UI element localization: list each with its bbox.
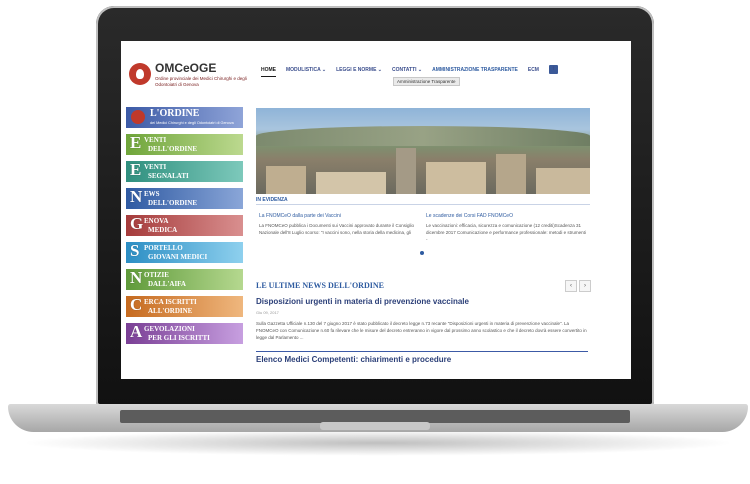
sidebar-label-2: GIOVANI MEDICI xyxy=(148,253,208,261)
news-title[interactable]: Disposizioni urgenti in materia di preve… xyxy=(256,297,469,306)
nav-ecm[interactable]: ECM xyxy=(528,67,539,77)
hero-building xyxy=(266,166,306,194)
nav-home[interactable]: HOME xyxy=(261,67,276,77)
hero-hills xyxy=(256,126,590,146)
sidebar-label: PORTELLO xyxy=(144,244,183,252)
hero-building xyxy=(316,172,386,194)
sidebar-initial: A xyxy=(130,323,143,341)
sidebar-label: OTIZIE xyxy=(144,271,169,279)
laptop-screen: OMCeOGE Ordine provinciale dei Medici Ch… xyxy=(121,41,631,379)
sidebar-label: ENOVA xyxy=(144,217,169,225)
sidebar-item-agevolazioni[interactable]: A GEVOLAZIONI PER GLI ISCRITTI xyxy=(126,323,243,344)
brand-subtitle: Ordine provinciale dei Medici Chirurghi … xyxy=(155,76,247,87)
ordine-icon xyxy=(131,110,145,124)
sidebar-label-2: SEGNALATI xyxy=(148,172,189,180)
sidebar-item-eventi-segnalati[interactable]: E VENTI SEGNALATI xyxy=(126,161,243,182)
sidebar-item-genova-medica[interactable]: G ENOVA MEDICA xyxy=(126,215,243,236)
sidebar-label-2: MEDICA xyxy=(148,226,178,234)
divider xyxy=(256,351,588,352)
sidebar-initial: E xyxy=(130,161,142,179)
sidebar-label: VENTI xyxy=(144,163,167,171)
sidebar-sublabel: dei Medici Chirurghi e degli Odontoiatri… xyxy=(150,121,234,125)
hero-image-genova xyxy=(256,108,590,194)
news-title-2[interactable]: Elenco Medici Competenti: chiarimenti e … xyxy=(256,355,451,364)
sidebar-initial: N xyxy=(130,188,143,206)
main-nav: HOME MODULISTICA ⌄ LEGGI E NORME ⌄ CONTA… xyxy=(261,65,558,77)
next-arrow-icon[interactable]: › xyxy=(579,280,591,292)
brand-title[interactable]: OMCeOGE xyxy=(155,61,216,75)
sidebar-label-2: DELL'ORDINE xyxy=(148,145,198,153)
nav-contatti[interactable]: CONTATTI ⌄ xyxy=(392,67,422,77)
hero-building xyxy=(496,154,526,194)
sidebar-item-notizie-aifa[interactable]: N OTIZIE DALL'AIFA xyxy=(126,269,243,290)
news-arrows: ‹ › xyxy=(565,280,591,292)
evidenza-right: Le scadenze dei Corsi FAD FNOMCeO Le vac… xyxy=(426,213,586,243)
evidenza-right-title[interactable]: Le scadenze dei Corsi FAD FNOMCeO xyxy=(426,213,586,219)
nav-leggi-norme[interactable]: LEGGI E NORME ⌄ xyxy=(336,67,382,77)
laptop-shadow xyxy=(20,430,736,456)
news-body: Sulla Gazzetta Ufficiale n.130 del 7 giu… xyxy=(256,321,587,340)
sidebar-label: ERCA ISCRITTI xyxy=(144,298,197,306)
sidebar-label-2: ALL'ORDINE xyxy=(148,307,193,315)
evidenza-left: La FNOMCeO dalla parte dei Vaccini La FN… xyxy=(259,213,419,236)
evidenza-left-title[interactable]: La FNOMCeO dalla parte dei Vaccini xyxy=(259,213,419,219)
prev-arrow-icon[interactable]: ‹ xyxy=(565,280,577,292)
sidebar-label: GEVOLAZIONI xyxy=(144,325,195,333)
sidebar-label-2: DALL'AIFA xyxy=(148,280,186,288)
sidebar-item-sportello[interactable]: S PORTELLO GIOVANI MEDICI xyxy=(126,242,243,263)
sidebar-label: EWS xyxy=(144,190,160,198)
sidebar-initial: E xyxy=(130,134,142,152)
evidenza-left-text: La FNOMCeO pubblica i Documenti sui Vacc… xyxy=(259,223,414,235)
sidebar-item-cerca-iscritti[interactable]: C ERCA ISCRITTI ALL'ORDINE xyxy=(126,296,243,317)
submenu-amministrazione[interactable]: Amministrazione Trasparente xyxy=(393,77,460,86)
hero-building xyxy=(536,168,590,194)
sidebar: L'ORDINE dei Medici Chirurghi e degli Od… xyxy=(126,107,243,350)
carousel-dot[interactable] xyxy=(420,251,424,255)
sidebar-initial: S xyxy=(130,242,140,260)
nav-modulistica[interactable]: MODULISTICA ⌄ xyxy=(286,67,326,77)
site-header: OMCeOGE Ordine provinciale dei Medici Ch… xyxy=(121,41,631,89)
sidebar-label: VENTI xyxy=(144,136,167,144)
ordine-logo-icon[interactable] xyxy=(129,63,151,85)
sidebar-label-2: DELL'ORDINE xyxy=(148,199,198,207)
sidebar-item-ordine[interactable]: L'ORDINE dei Medici Chirurghi e degli Od… xyxy=(126,107,243,128)
in-evidenza-label: IN EVIDENZA xyxy=(256,197,288,203)
sidebar-initial: N xyxy=(130,269,143,287)
sidebar-item-eventi-ordine[interactable]: E VENTI DELL'ORDINE xyxy=(126,134,243,155)
evidenza-right-text: Le vaccinazioni: efficacia, sicurezza e … xyxy=(426,223,586,242)
sidebar-label: L'ORDINE xyxy=(150,108,200,119)
divider xyxy=(256,204,590,205)
hero-building xyxy=(396,148,416,194)
sidebar-label-2: PER GLI ISCRITTI xyxy=(148,334,210,342)
facebook-icon[interactable]: f xyxy=(548,65,558,74)
sidebar-initial: C xyxy=(130,296,143,314)
nav-amministrazione[interactable]: AMMINISTRAZIONE TRASPARENTE xyxy=(432,67,518,77)
laptop-trackpad xyxy=(320,422,430,430)
sidebar-item-news[interactable]: N EWS DELL'ORDINE xyxy=(126,188,243,209)
news-date: Giu 09, 2017 xyxy=(256,310,279,315)
news-heading: LE ULTIME NEWS DELL'ORDINE xyxy=(256,281,384,290)
sidebar-initial: G xyxy=(130,215,144,233)
hero-building xyxy=(426,162,486,194)
